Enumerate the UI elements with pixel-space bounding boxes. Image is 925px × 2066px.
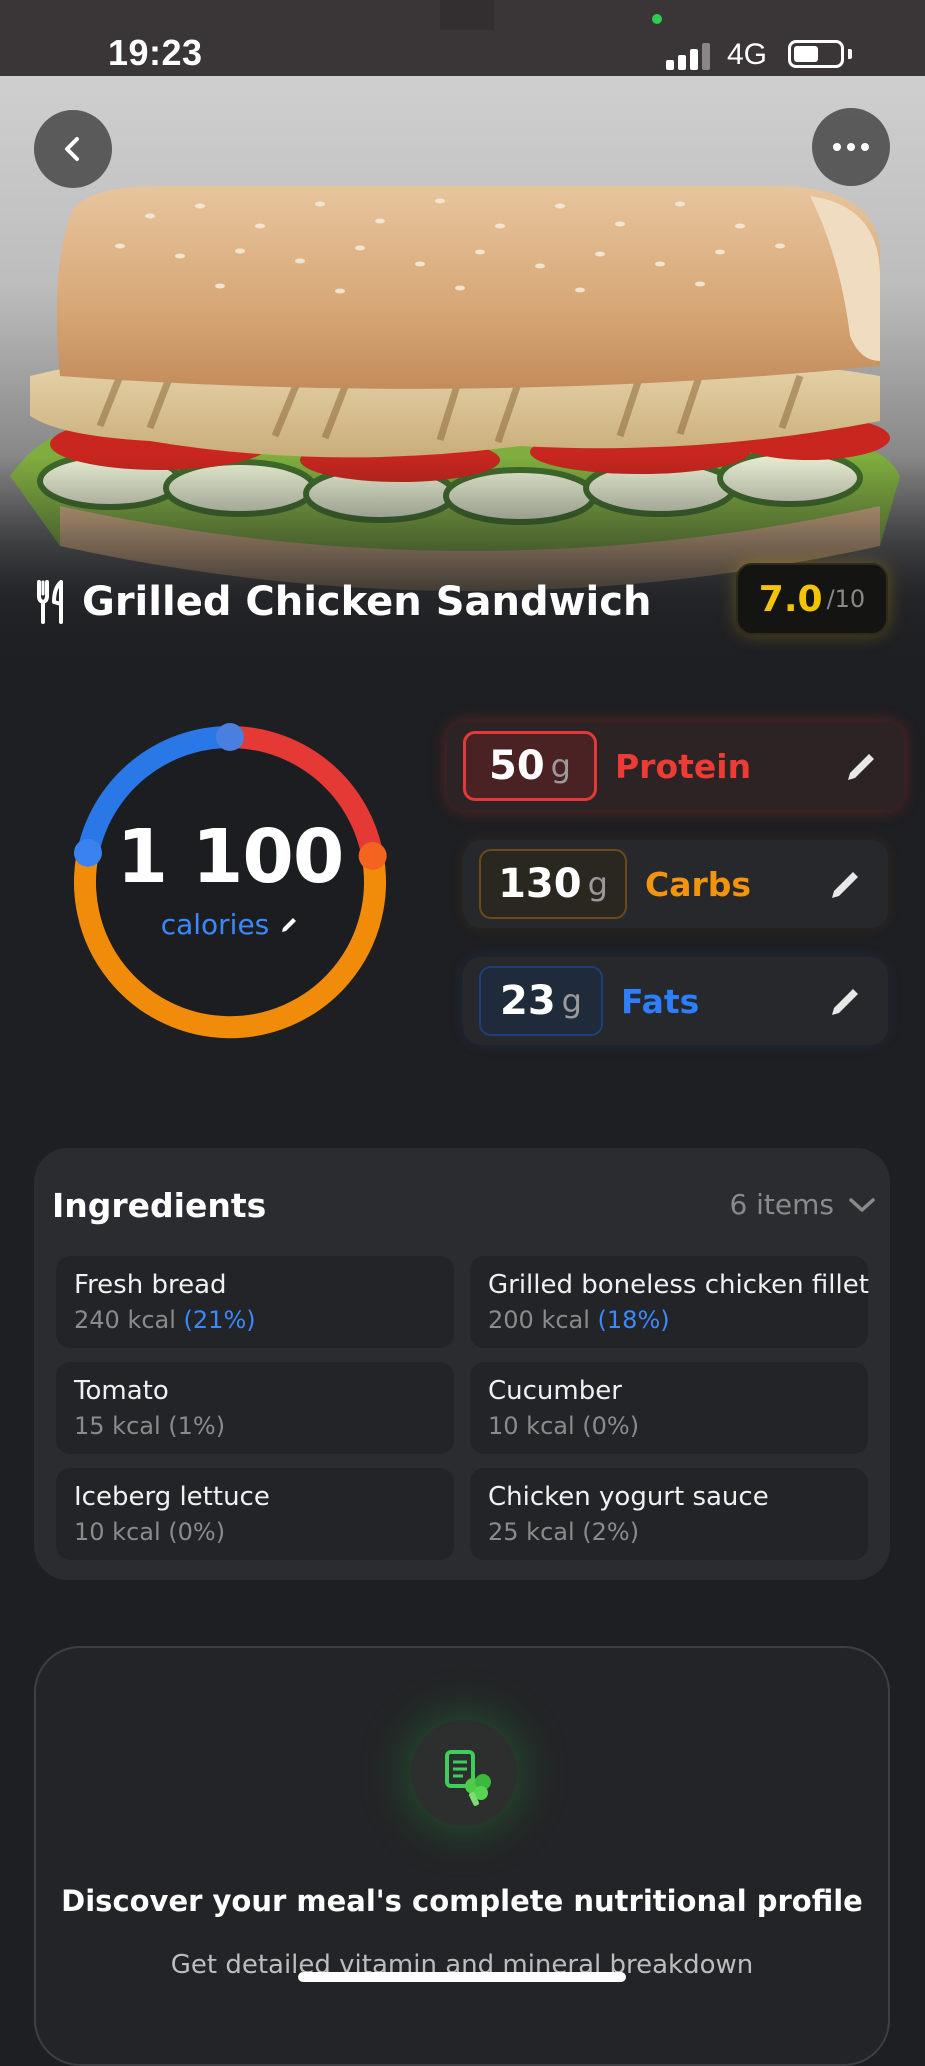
ingredient-kcal: 200 kcal (18%) <box>488 1306 670 1334</box>
calorie-total: 1 100 calories <box>60 820 400 941</box>
ingredient-item[interactable]: Iceberg lettuce 10 kcal (0%) <box>56 1468 454 1560</box>
fats-label: Fats <box>621 981 700 1021</box>
chevron-down-icon <box>849 1197 875 1212</box>
health-score-value: 7.0 <box>758 578 823 620</box>
ingredient-item[interactable]: Fresh bread 240 kcal (21%) <box>56 1256 454 1348</box>
more-options-button[interactable] <box>812 108 890 186</box>
meal-title: Grilled Chicken Sandwich <box>82 579 652 625</box>
ingredient-item[interactable]: Grilled boneless chicken fillet 200 kcal… <box>470 1256 869 1348</box>
ingredient-name: Tomato <box>74 1376 169 1406</box>
ingredient-name: Fresh bread <box>74 1270 227 1300</box>
ingredient-name: Grilled boneless chicken fillet <box>488 1270 869 1300</box>
carbs-value: 130 <box>498 861 582 907</box>
ring-knob-fats <box>216 723 244 751</box>
back-button[interactable] <box>34 110 112 188</box>
more-dots-icon <box>833 143 869 151</box>
carbs-unit: g <box>587 865 608 903</box>
fats-value-pill: 23 g <box>479 966 603 1036</box>
battery-level <box>794 46 818 62</box>
fats-value: 23 <box>500 978 556 1024</box>
edit-fats-pencil-icon[interactable] <box>826 981 866 1021</box>
ingredient-item[interactable]: Cucumber 10 kcal (0%) <box>470 1362 868 1454</box>
meal-title-row: Grilled Chicken Sandwich <box>36 572 651 632</box>
status-bar: 19:23 4G <box>0 0 925 76</box>
edit-protein-pencil-icon[interactable] <box>842 746 882 786</box>
network-type: 4G <box>727 38 768 71</box>
health-score-badge[interactable]: 7.0 /10 <box>736 563 888 635</box>
ingredients-toggle[interactable]: 6 items <box>729 1188 876 1221</box>
protein-value-pill: 50 g <box>463 731 597 801</box>
carbs-value-pill: 130 g <box>479 849 627 919</box>
home-indicator[interactable] <box>298 1972 626 1982</box>
chevron-left-icon <box>65 137 79 161</box>
ingredients-grid: Fresh bread 240 kcal (21%) Grilled bonel… <box>56 1256 869 1560</box>
nutrition-profile-card[interactable]: Discover your meal's complete nutritiona… <box>34 1646 890 2066</box>
ingredient-item[interactable]: Tomato 15 kcal (1%) <box>56 1362 454 1454</box>
calorie-value: 1 100 <box>116 814 345 900</box>
fats-unit: g <box>561 982 582 1020</box>
ingredient-kcal: 240 kcal (21%) <box>74 1306 256 1334</box>
calorie-label: calories <box>160 908 270 941</box>
ingredients-panel: Ingredients 6 items Fresh bread 240 kcal… <box>34 1148 890 1580</box>
nutrition-report-broccoli-icon <box>411 1720 517 1826</box>
protein-label: Protein <box>615 746 752 786</box>
edit-carbs-pencil-icon[interactable] <box>826 864 866 904</box>
battery-icon <box>788 40 844 68</box>
ingredient-kcal: 10 kcal (0%) <box>488 1412 640 1440</box>
status-time: 19:23 <box>108 32 203 73</box>
ingredients-title: Ingredients <box>52 1186 267 1225</box>
protein-unit: g <box>550 747 571 785</box>
macro-card-carbs[interactable]: 130 g Carbs <box>463 840 888 928</box>
calorie-label-row[interactable]: calories <box>60 908 400 941</box>
carbs-label: Carbs <box>645 864 752 904</box>
battery-tip <box>848 49 852 59</box>
protein-value: 50 <box>489 743 545 789</box>
ingredient-kcal: 25 kcal (2%) <box>488 1518 640 1546</box>
privacy-indicator-dot <box>652 14 662 24</box>
fork-knife-icon <box>37 580 63 624</box>
profile-card-title: Discover your meal's complete nutritiona… <box>61 1884 863 1918</box>
camera-notch <box>440 0 494 30</box>
ingredients-count: 6 items <box>729 1188 834 1221</box>
health-score-max: /10 <box>826 585 866 613</box>
ingredient-name: Chicken yogurt sauce <box>488 1482 769 1512</box>
macro-card-protein[interactable]: 50 g Protein <box>447 722 904 810</box>
cellular-signal-icon <box>666 42 716 70</box>
ingredient-kcal: 10 kcal (0%) <box>74 1518 226 1546</box>
ingredient-name: Iceberg lettuce <box>74 1482 270 1512</box>
pencil-icon <box>282 917 297 932</box>
ingredient-item[interactable]: Chicken yogurt sauce 25 kcal (2%) <box>470 1468 868 1560</box>
macro-card-fats[interactable]: 23 g Fats <box>463 957 888 1045</box>
ingredient-kcal: 15 kcal (1%) <box>74 1412 226 1440</box>
ingredient-name: Cucumber <box>488 1376 622 1406</box>
